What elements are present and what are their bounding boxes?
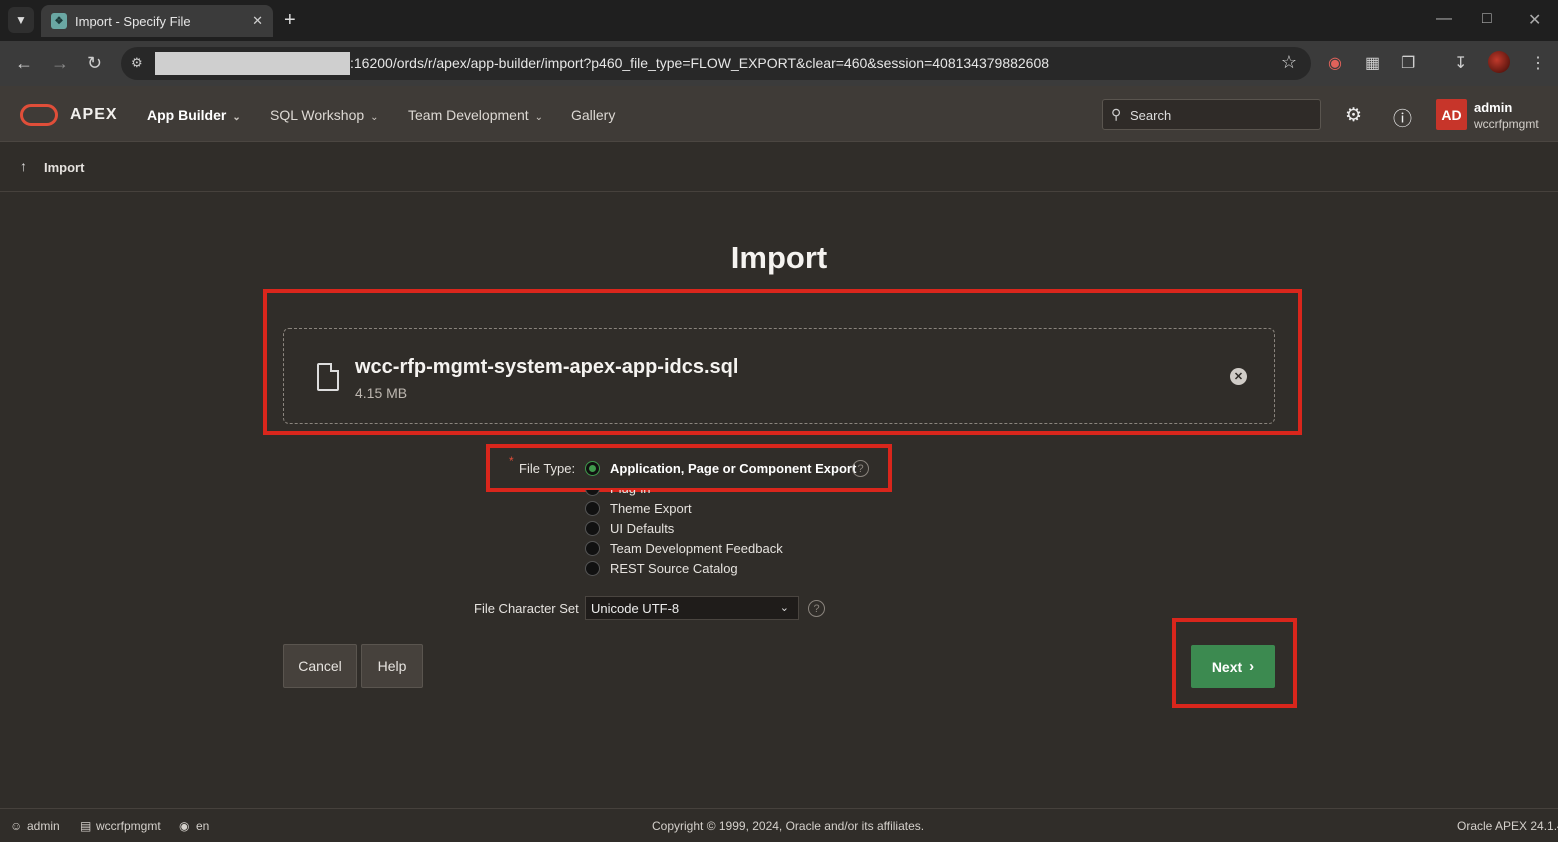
footer-user[interactable]: admin — [27, 819, 60, 833]
menu-label: Team Development — [408, 107, 529, 123]
apex-header: APEX App Builder ⌄ SQL Workshop ⌄ Team Dev… — [0, 86, 1558, 142]
footer: ☺ admin ▤ wccrfpmgmt ◉ en Copyright © 19… — [0, 808, 1558, 842]
file-icon — [317, 363, 339, 391]
help-button[interactable]: Help — [361, 644, 423, 688]
workspace-name[interactable]: wccrfpmgmt — [1474, 117, 1539, 131]
browser-menu-icon[interactable]: ⋮ — [1530, 53, 1546, 73]
radio-label-ui-defaults[interactable]: UI Defaults — [610, 521, 674, 536]
extensions-icon[interactable]: ❐ — [1401, 53, 1415, 73]
apex-favicon-icon: ❖ — [51, 13, 67, 29]
apex-brand[interactable]: APEX — [70, 106, 118, 124]
close-tab-icon[interactable]: ✕ — [252, 13, 263, 29]
new-tab-icon[interactable]: + — [284, 9, 296, 32]
menu-gallery[interactable]: Gallery — [571, 107, 615, 123]
charset-label: File Character Set — [474, 601, 579, 616]
file-type-help-icon[interactable]: ? — [852, 460, 869, 477]
footer-copyright: Copyright © 1999, 2024, Oracle and/or it… — [652, 819, 925, 833]
footer-workspace[interactable]: wccrfpmgmt — [96, 819, 161, 833]
menu-label: Gallery — [571, 107, 616, 123]
radio-label-team-dev-feedback[interactable]: Team Development Feedback — [610, 541, 783, 556]
file-size: 4.15 MB — [355, 385, 408, 401]
forward-icon[interactable]: → — [51, 53, 69, 74]
tab-title: Import - Specify File — [75, 13, 191, 29]
radio-application-export[interactable] — [585, 461, 600, 476]
breadcrumb: ↑ Import — [0, 142, 1558, 192]
menu-app-builder[interactable]: App Builder ⌄ — [147, 107, 241, 123]
charset-help-icon[interactable]: ? — [808, 600, 825, 617]
chevron-right-icon: › — [1249, 658, 1255, 675]
file-name: wcc-rfp-mgmt-system-apex-app-idcs.sql — [355, 356, 739, 378]
radio-label-application-export[interactable]: Application, Page or Component Export — [610, 461, 856, 476]
user-avatar[interactable]: AD — [1436, 99, 1467, 130]
browser-profile-avatar[interactable] — [1488, 51, 1510, 73]
download-icon[interactable]: ↧ — [1454, 53, 1467, 73]
cancel-button[interactable]: Cancel — [283, 644, 357, 688]
url-text[interactable]: :16200/ords/r/apex/app-builder/import?p4… — [350, 55, 1049, 71]
address-toolbar: ← → ↻ ⚙ :16200/ords/r/apex/app-builder/i… — [0, 41, 1558, 86]
radio-rest-source-catalog[interactable] — [585, 561, 600, 576]
required-marker: * — [509, 454, 514, 468]
radio-ui-defaults[interactable] — [585, 521, 600, 536]
search-placeholder: Search — [1130, 108, 1172, 123]
charset-value: Unicode UTF-8 — [591, 601, 680, 616]
file-dropzone[interactable]: wcc-rfp-mgmt-system-apex-app-idcs.sql 4.… — [283, 328, 1275, 424]
browser-tab[interactable]: ❖ Import - Specify File ✕ — [41, 5, 273, 37]
record-icon[interactable]: ◉ — [1328, 53, 1342, 73]
bookmark-star-icon[interactable]: ☆ — [1281, 52, 1297, 73]
redacted-host — [155, 52, 350, 75]
footer-version: Oracle APEX 24.1.4 — [1457, 819, 1558, 833]
next-label: Next — [1211, 658, 1243, 675]
radio-label-rest-source-catalog[interactable]: REST Source Catalog — [610, 561, 738, 576]
address-bar[interactable]: ⚙ :16200/ords/r/apex/app-builder/import?… — [121, 47, 1311, 80]
window-close-icon[interactable]: ✕ — [1528, 10, 1541, 30]
page-title: Import — [730, 240, 828, 275]
radio-label-theme-export[interactable]: Theme Export — [610, 501, 692, 516]
breadcrumb-import[interactable]: Import — [44, 160, 84, 175]
next-button[interactable]: Next › — [1191, 645, 1275, 688]
menu-team-development[interactable]: Team Development ⌄ — [408, 107, 543, 123]
footer-user-icon: ☺ — [10, 819, 23, 833]
administration-icon[interactable]: ⚙ — [1345, 104, 1362, 127]
chevron-down-icon: ⌄ — [534, 112, 544, 123]
footer-database-icon: ▤ — [80, 819, 92, 833]
chevron-down-icon: ⌄ — [232, 112, 241, 123]
menu-sql-workshop[interactable]: SQL Workshop ⌄ — [270, 107, 379, 123]
charset-select[interactable]: Unicode UTF-8 ⌄ — [585, 596, 799, 620]
oracle-logo-icon[interactable] — [20, 104, 58, 126]
search-input[interactable]: ⚲ Search — [1102, 99, 1321, 130]
back-icon[interactable]: ← — [15, 53, 33, 74]
footer-language[interactable]: en — [196, 819, 209, 833]
qr-icon[interactable]: ▦ — [1365, 53, 1380, 73]
chevron-down-icon: ⌄ — [370, 112, 379, 123]
site-info-icon[interactable]: ⚙ — [131, 55, 143, 71]
arrow-up-icon[interactable]: ↑ — [20, 158, 27, 174]
search-icon: ⚲ — [1111, 106, 1122, 122]
radio-theme-export[interactable] — [585, 501, 600, 516]
file-type-label: File Type: — [519, 461, 576, 476]
browser-tab-bar: ▼ ❖ Import - Specify File ✕ + — □ ✕ — [0, 0, 1558, 41]
footer-globe-icon: ◉ — [179, 819, 190, 833]
menu-label: App Builder — [147, 107, 227, 123]
remove-file-icon[interactable]: ✕ — [1230, 368, 1247, 385]
user-name[interactable]: admin — [1474, 100, 1512, 115]
chevron-down-icon: ⌄ — [779, 602, 789, 614]
menu-label: SQL Workshop — [270, 107, 365, 123]
minimize-icon[interactable]: — — [1436, 10, 1452, 28]
reload-icon[interactable]: ↻ — [87, 53, 102, 74]
radio-team-dev-feedback[interactable] — [585, 541, 600, 556]
help-icon[interactable]: ⓘ — [1393, 104, 1412, 131]
tab-search-chevron-icon[interactable]: ▼ — [8, 7, 34, 33]
maximize-icon[interactable]: □ — [1482, 10, 1492, 28]
